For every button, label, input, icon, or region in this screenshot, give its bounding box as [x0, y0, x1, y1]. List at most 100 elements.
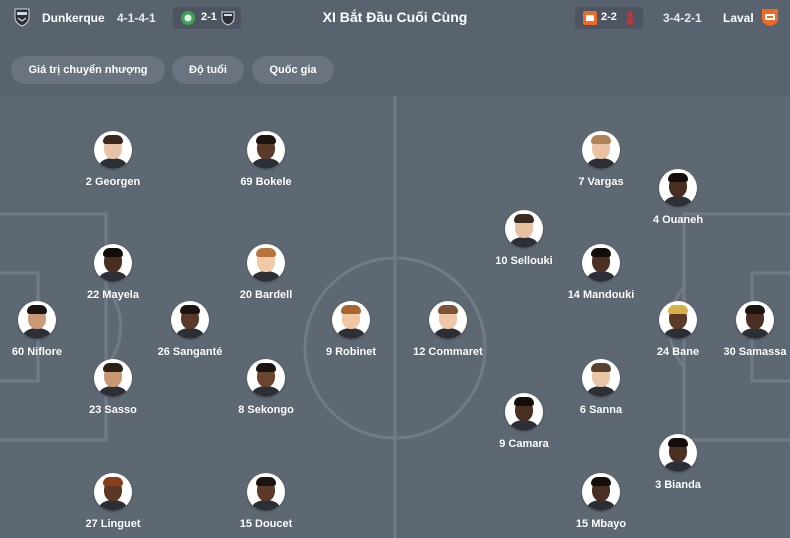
away-player[interactable]: 4 Ouaneh: [618, 169, 738, 226]
away-player[interactable]: 12 Commaret: [388, 301, 508, 358]
avatar-hair: [103, 248, 123, 257]
home-player[interactable]: 60 Niflore: [0, 301, 97, 358]
avatar-body: [587, 271, 615, 282]
home-player[interactable]: 20 Bardell: [206, 244, 326, 301]
player-name: 4 Ouaneh: [652, 214, 704, 226]
laval-crest-icon: [762, 9, 778, 26]
player-avatar: [171, 301, 209, 339]
avatar-hair: [514, 214, 534, 223]
avatar-body: [587, 158, 615, 169]
player-avatar: [94, 473, 132, 511]
player-avatar: [736, 301, 774, 339]
home-player[interactable]: 26 Sanganté: [130, 301, 250, 358]
avatar-body: [337, 328, 365, 339]
red-crest-icon: [627, 11, 633, 25]
avatar-body: [99, 386, 127, 397]
away-team-name[interactable]: Laval: [723, 11, 754, 25]
home-player[interactable]: 2 Georgen: [53, 131, 173, 188]
player-name: 8 Sekongo: [238, 404, 294, 416]
player-name: 12 Commaret: [413, 346, 483, 358]
avatar-body: [434, 328, 462, 339]
player-name: 69 Bokele: [240, 176, 292, 188]
avatar-body: [664, 328, 692, 339]
away-player[interactable]: 15 Mbayo: [541, 473, 661, 530]
avatar-body: [510, 420, 538, 431]
avatar-hair: [103, 135, 123, 144]
player-avatar: [94, 244, 132, 282]
away-last-score: 2-2: [601, 11, 617, 23]
avatar-body: [99, 158, 127, 169]
avatar-hair: [668, 438, 688, 447]
home-player[interactable]: 27 Linguet: [53, 473, 173, 530]
avatar-hair: [591, 363, 611, 372]
away-player[interactable]: 30 Samassa: [695, 301, 790, 358]
player-avatar: [94, 131, 132, 169]
avatar-body: [587, 386, 615, 397]
player-name: 60 Niflore: [11, 346, 63, 358]
away-last-result[interactable]: 2-2: [575, 7, 643, 29]
away-formation: 3-4-2-1: [663, 11, 702, 25]
player-name: 23 Sasso: [89, 404, 137, 416]
chip-transfer-value[interactable]: Giá trị chuyển nhượng: [11, 56, 165, 84]
avatar-body: [99, 271, 127, 282]
avatar-hair: [103, 363, 123, 372]
avatar-hair: [256, 135, 276, 144]
home-player[interactable]: 69 Bokele: [206, 131, 326, 188]
avatar-body: [252, 500, 280, 511]
lineup-header: Dunkerque 4-1-4-1 2-1 XI Bắt Đầu Cuối Cù…: [0, 0, 790, 96]
player-avatar: [332, 301, 370, 339]
avatar-hair: [668, 173, 688, 182]
avatar-body: [741, 328, 769, 339]
home-player[interactable]: 23 Sasso: [53, 359, 173, 416]
pitch: 2 Georgen 69 Bokele 22 Mayela 20 Bardell…: [0, 96, 790, 538]
player-name: 30 Samassa: [723, 346, 787, 358]
laval-mini-crest-icon: [583, 11, 597, 25]
avatar-hair: [591, 135, 611, 144]
player-avatar: [582, 473, 620, 511]
player-avatar: [247, 359, 285, 397]
player-name: 20 Bardell: [239, 289, 293, 301]
player-name: 26 Sanganté: [157, 346, 223, 358]
avatar-hair: [256, 248, 276, 257]
away-player[interactable]: 9 Camara: [464, 393, 584, 450]
player-avatar: [247, 244, 285, 282]
chip-nationality[interactable]: Quốc gia: [252, 56, 334, 84]
avatar-body: [252, 158, 280, 169]
avatar-hair: [27, 305, 47, 314]
avatar-hair: [668, 305, 688, 314]
player-name: 22 Mayela: [87, 289, 139, 301]
avatar-hair: [514, 397, 534, 406]
match-topbar: Dunkerque 4-1-4-1 2-1 XI Bắt Đầu Cuối Cù…: [0, 0, 790, 36]
player-avatar: [94, 359, 132, 397]
player-name: 15 Mbayo: [575, 518, 627, 530]
player-avatar: [659, 434, 697, 472]
home-player[interactable]: 8 Sekongo: [206, 359, 326, 416]
avatar-body: [23, 328, 51, 339]
player-name: 27 Linguet: [85, 518, 141, 530]
avatar-body: [664, 196, 692, 207]
player-avatar: [582, 359, 620, 397]
avatar-body: [176, 328, 204, 339]
home-player[interactable]: 15 Doucet: [206, 473, 326, 530]
filter-chips: Giá trị chuyển nhượng Độ tuổi Quốc gia: [0, 56, 790, 84]
player-name: 2 Georgen: [85, 176, 141, 188]
player-avatar: [659, 169, 697, 207]
player-avatar: [505, 210, 543, 248]
avatar-hair: [591, 477, 611, 486]
player-avatar: [429, 301, 467, 339]
home-player[interactable]: 22 Mayela: [53, 244, 173, 301]
avatar-hair: [438, 305, 458, 314]
avatar-hair: [180, 305, 200, 314]
avatar-body: [252, 271, 280, 282]
avatar-body: [664, 461, 692, 472]
away-player[interactable]: 14 Mandouki: [541, 244, 661, 301]
chip-age[interactable]: Độ tuổi: [172, 56, 244, 84]
avatar-body: [252, 386, 280, 397]
avatar-body: [510, 237, 538, 248]
player-avatar: [582, 244, 620, 282]
avatar-hair: [591, 248, 611, 257]
avatar-hair: [256, 363, 276, 372]
player-avatar: [659, 301, 697, 339]
player-name: 14 Mandouki: [567, 289, 635, 301]
player-avatar: [247, 473, 285, 511]
